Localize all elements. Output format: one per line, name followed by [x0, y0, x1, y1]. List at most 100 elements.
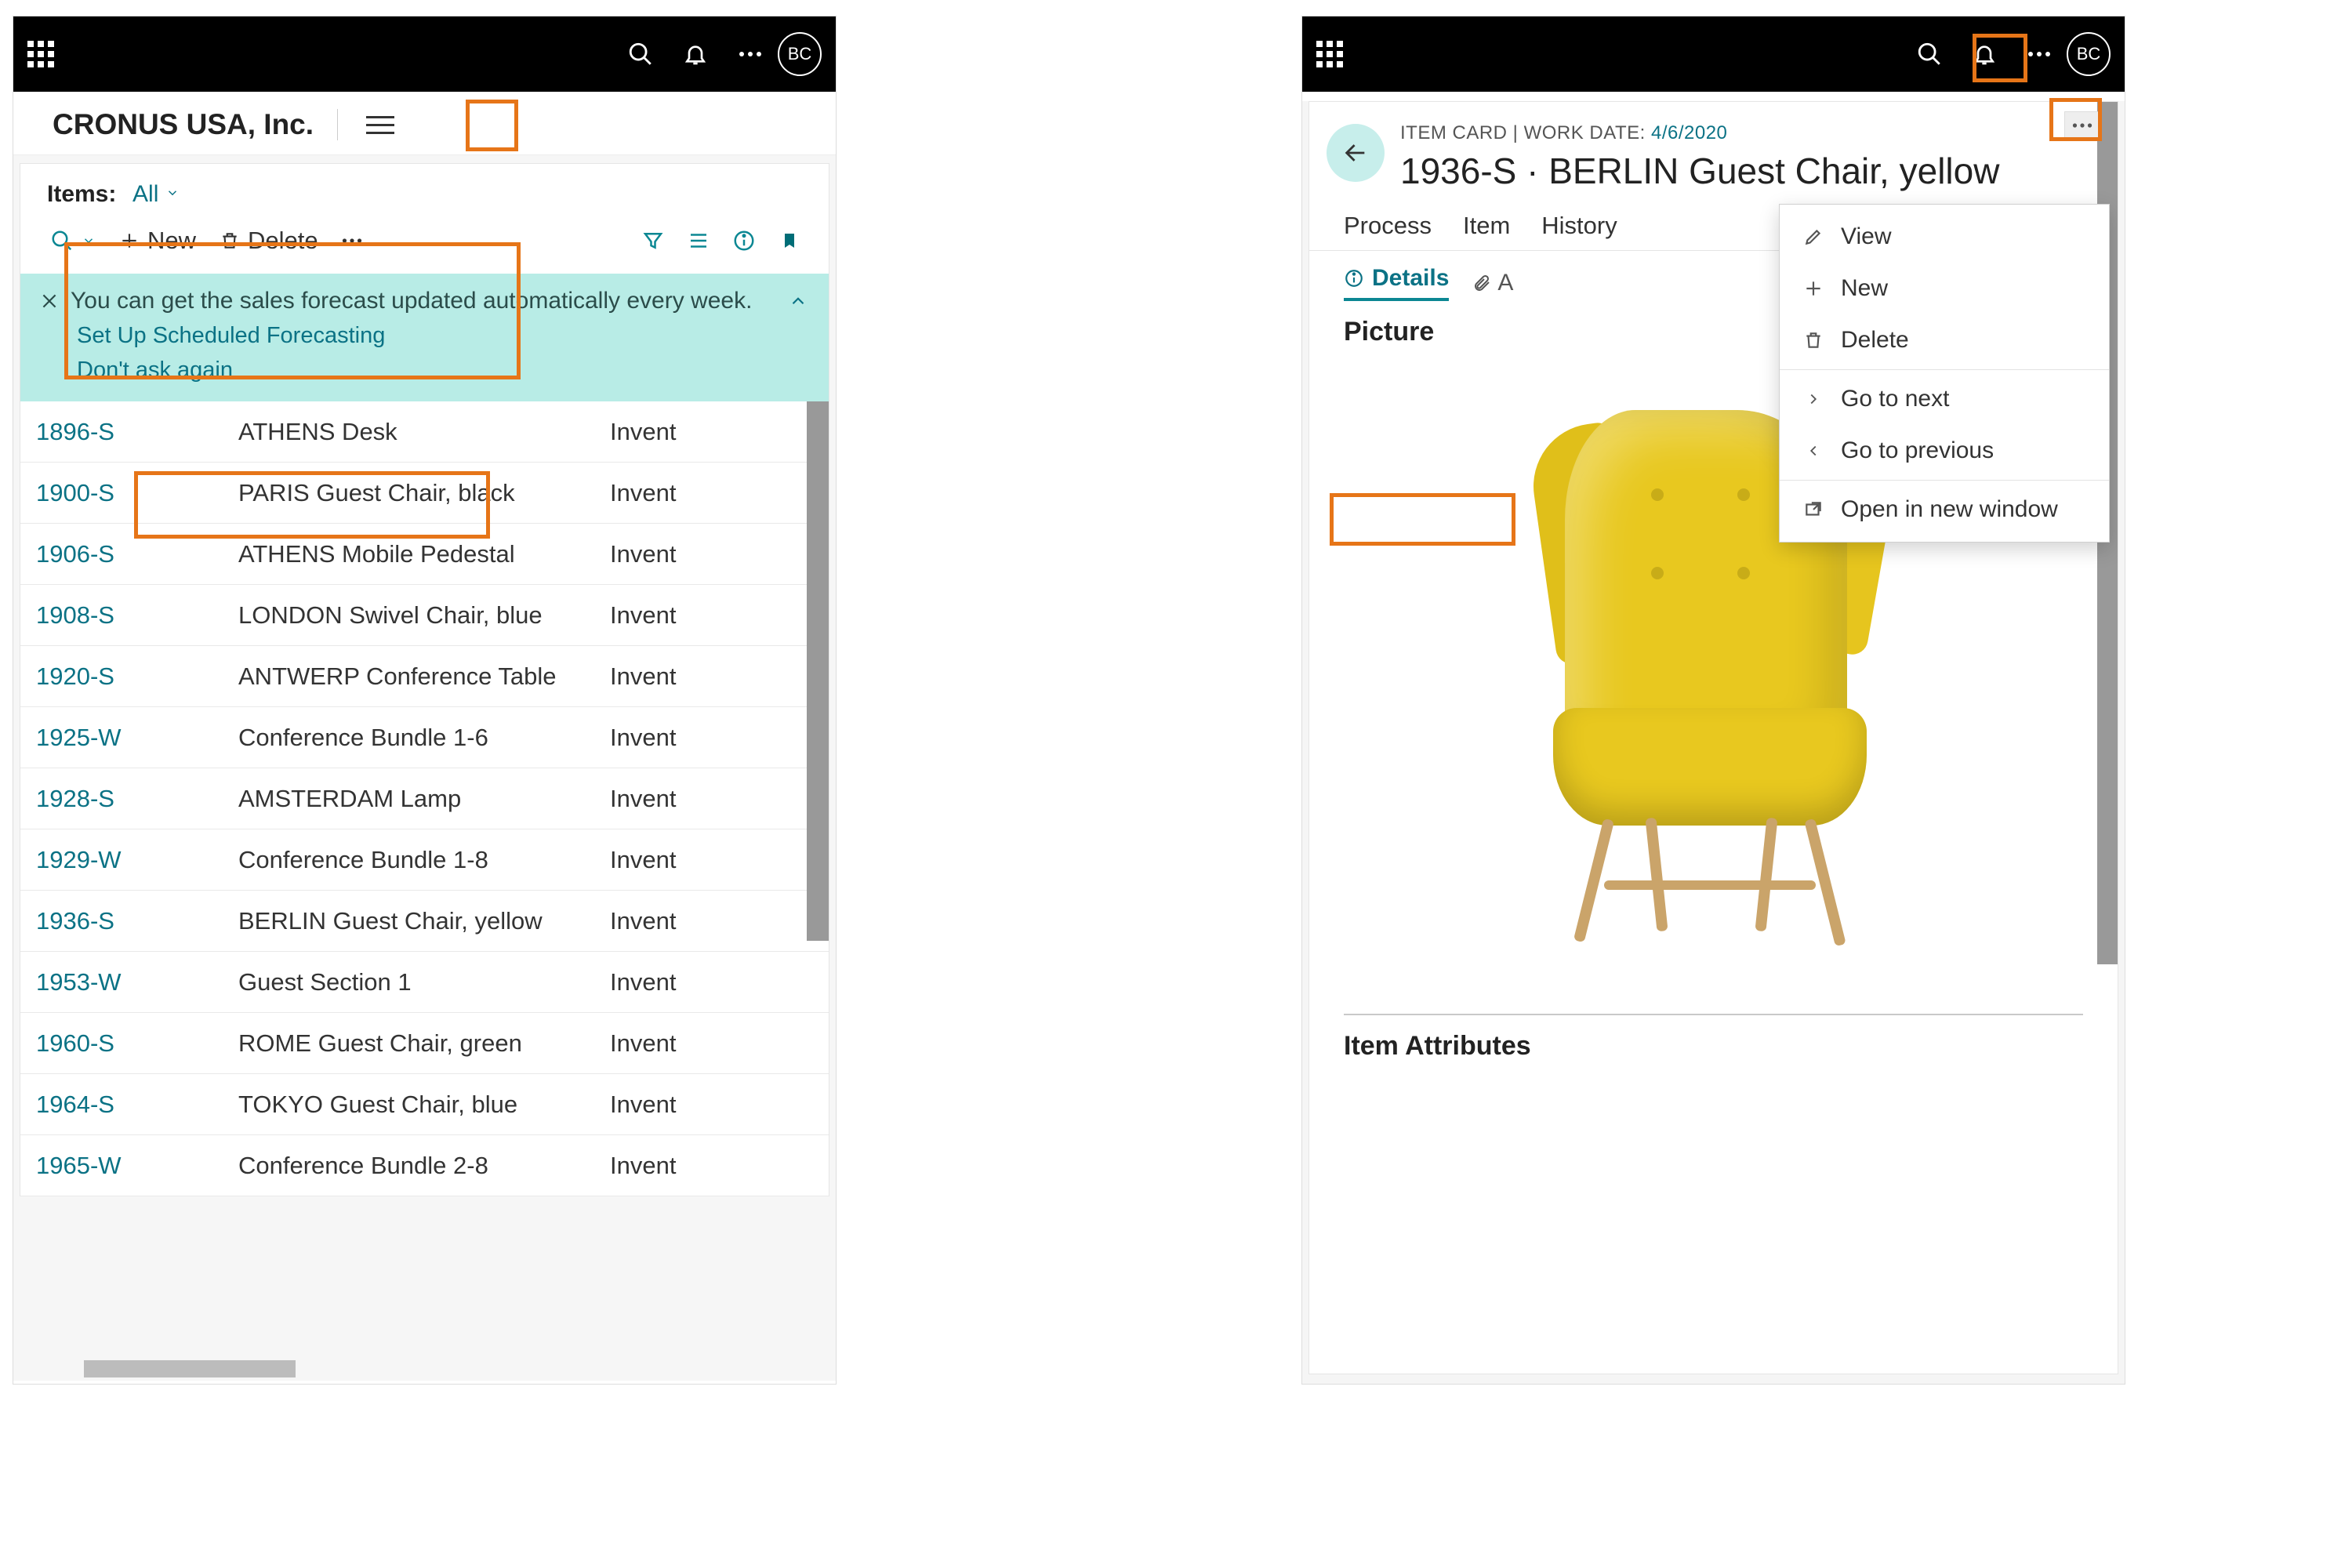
more-icon[interactable]: [723, 27, 778, 82]
company-header: CRONUS USA, Inc.: [13, 92, 836, 155]
open-window-icon: [1800, 499, 1827, 520]
table-row[interactable]: 1928-SAMSTERDAM LampInvent: [20, 768, 829, 829]
item-no[interactable]: 1896-S: [36, 418, 238, 446]
table-row[interactable]: 1953-WGuest Section 1Invent: [20, 952, 829, 1013]
collapse-icon[interactable]: [788, 291, 808, 311]
item-no[interactable]: 1965-W: [36, 1152, 238, 1180]
card-more-icon[interactable]: [2064, 111, 2100, 140]
delete-label: Delete: [248, 227, 318, 255]
table-row[interactable]: 1964-STOKYO Guest Chair, blueInvent: [20, 1074, 829, 1135]
top-bar: BC: [13, 16, 836, 92]
item-desc: ATHENS Mobile Pedestal: [238, 540, 610, 568]
list-card: Items: All New Delete: [20, 163, 829, 1196]
item-no[interactable]: 1936-S: [36, 907, 238, 935]
horizontal-scrollbar[interactable]: [84, 1360, 296, 1377]
view-selector[interactable]: Items: All: [20, 164, 829, 217]
items-label: Items:: [47, 181, 116, 207]
search-icon[interactable]: [1902, 27, 1957, 82]
table-row[interactable]: 1896-SATHENS DeskInvent: [20, 401, 829, 463]
items-grid: 1896-SATHENS DeskInvent 1900-SPARIS Gues…: [20, 401, 829, 1196]
info-icon[interactable]: [722, 223, 766, 258]
app-launcher-icon[interactable]: [27, 41, 54, 67]
table-row[interactable]: 1965-WConference Bundle 2-8Invent: [20, 1135, 829, 1196]
notifications-icon[interactable]: [668, 27, 723, 82]
item-inv: Invent: [610, 968, 829, 996]
item-desc: BERLIN Guest Chair, yellow: [238, 907, 610, 935]
more-icon[interactable]: [2012, 27, 2067, 82]
table-row[interactable]: 1936-SBERLIN Guest Chair, yellowInvent: [20, 891, 829, 952]
table-row[interactable]: 1929-WConference Bundle 1-8Invent: [20, 829, 829, 891]
menu-go-next[interactable]: Go to next: [1780, 373, 2109, 425]
table-row[interactable]: 1920-SANTWERP Conference TableInvent: [20, 646, 829, 707]
tab-process[interactable]: Process: [1344, 212, 1432, 240]
card-page: ITEM CARD | WORK DATE: 4/6/2020 1936-S ·…: [1302, 101, 2125, 1385]
table-row[interactable]: 1906-SATHENS Mobile PedestalInvent: [20, 524, 829, 585]
items-filter[interactable]: All: [132, 181, 158, 207]
avatar[interactable]: BC: [2067, 32, 2111, 76]
menu-delete-label: Delete: [1841, 327, 1909, 354]
filter-icon[interactable]: [631, 223, 675, 258]
item-no[interactable]: 1925-W: [36, 724, 238, 752]
table-row[interactable]: 1908-SLONDON Swivel Chair, blueInvent: [20, 585, 829, 646]
close-icon[interactable]: [39, 291, 60, 311]
item-no[interactable]: 1929-W: [36, 846, 238, 874]
banner-link-dismiss[interactable]: Don't ask again: [77, 354, 813, 388]
menu-separator: [1780, 480, 2109, 481]
details-label: Details: [1372, 265, 1449, 292]
vertical-scrollbar[interactable]: [807, 401, 829, 941]
trash-icon: [1800, 330, 1827, 350]
divider: [337, 109, 338, 140]
item-no[interactable]: 1920-S: [36, 662, 238, 691]
menu-view-label: View: [1841, 223, 1891, 250]
item-inv: Invent: [610, 418, 829, 446]
menu-open-label: Open in new window: [1841, 496, 2058, 523]
item-desc: ROME Guest Chair, green: [238, 1029, 610, 1058]
notifications-icon[interactable]: [1957, 27, 2012, 82]
avatar[interactable]: BC: [778, 32, 822, 76]
menu-open-new-window[interactable]: Open in new window: [1780, 484, 2109, 535]
table-row[interactable]: 1960-SROME Guest Chair, greenInvent: [20, 1013, 829, 1074]
item-no[interactable]: 1960-S: [36, 1029, 238, 1058]
phone-items-list: BC CRONUS USA, Inc. Items: All: [13, 16, 837, 1385]
delete-button[interactable]: Delete: [209, 223, 329, 258]
item-no[interactable]: 1953-W: [36, 968, 238, 996]
item-desc: Guest Section 1: [238, 968, 610, 996]
item-no[interactable]: 1900-S: [36, 479, 238, 507]
table-row[interactable]: 1925-WConference Bundle 1-6Invent: [20, 707, 829, 768]
banner-link-setup[interactable]: Set Up Scheduled Forecasting: [77, 319, 813, 354]
hamburger-menu-icon[interactable]: [361, 106, 399, 143]
item-no[interactable]: 1964-S: [36, 1091, 238, 1119]
item-desc: AMSTERDAM Lamp: [238, 785, 610, 813]
tab-item[interactable]: Item: [1463, 212, 1510, 240]
item-inv: Invent: [610, 601, 829, 630]
list-view-icon[interactable]: [677, 223, 720, 258]
menu-new[interactable]: New: [1780, 263, 2109, 314]
back-button[interactable]: [1327, 124, 1385, 182]
menu-delete[interactable]: Delete: [1780, 314, 2109, 366]
context-menu: View New Delete Go to next Go to pr: [1779, 204, 2110, 543]
app-launcher-icon[interactable]: [1316, 41, 1343, 67]
bookmark-icon[interactable]: [768, 223, 811, 258]
tab-details[interactable]: Details: [1344, 265, 1449, 301]
item-inv: Invent: [610, 846, 829, 874]
menu-next-label: Go to next: [1841, 386, 1949, 412]
item-no[interactable]: 1908-S: [36, 601, 238, 630]
menu-separator: [1780, 369, 2109, 370]
section-item-attributes: Item Attributes: [1309, 1015, 2118, 1069]
search-list-button[interactable]: [39, 226, 107, 256]
search-icon[interactable]: [613, 27, 668, 82]
table-row[interactable]: 1900-SPARIS Guest Chair, blackInvent: [20, 463, 829, 524]
notification-banner: You can get the sales forecast updated a…: [20, 274, 829, 401]
item-no[interactable]: 1906-S: [36, 540, 238, 568]
menu-view[interactable]: View: [1780, 211, 2109, 263]
new-button[interactable]: New: [108, 223, 207, 258]
list-toolbar: New Delete: [20, 217, 829, 274]
tab-attachments[interactable]: A: [1472, 270, 1513, 296]
breadcrumb-workdate[interactable]: 4/6/2020: [1651, 122, 1727, 143]
item-inv: Invent: [610, 1091, 829, 1119]
toolbar-more-icon[interactable]: [331, 234, 373, 247]
tab-history[interactable]: History: [1541, 212, 1617, 240]
banner-links: Set Up Scheduled Forecasting Don't ask a…: [77, 319, 813, 387]
item-no[interactable]: 1928-S: [36, 785, 238, 813]
menu-go-previous[interactable]: Go to previous: [1780, 425, 2109, 477]
